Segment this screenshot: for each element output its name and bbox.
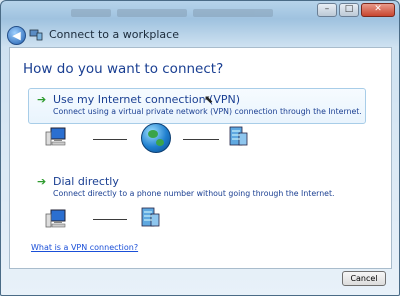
cancel-button[interactable]: Cancel xyxy=(342,271,386,286)
connection-line xyxy=(93,219,127,220)
green-arrow-icon: ➔ xyxy=(37,175,47,188)
back-arrow-icon: ◀ xyxy=(12,29,21,42)
address-breadcrumb-blurred xyxy=(71,9,291,21)
window-controls: – □ ✕ xyxy=(317,3,395,17)
workplace-server-icon xyxy=(229,126,248,146)
dial-option-title: Dial directly xyxy=(53,175,119,188)
close-button[interactable]: ✕ xyxy=(361,3,395,17)
vpn-option[interactable]: ➔ Use my Internet connection (VPN) Conne… xyxy=(28,88,366,124)
computer-icon xyxy=(45,209,66,228)
computer-icon xyxy=(45,127,66,146)
globe-land xyxy=(156,139,164,146)
globe-icon xyxy=(141,123,171,153)
minimize-button[interactable]: – xyxy=(317,3,337,17)
dial-directly-option[interactable]: ➔ Dial directly Connect directly to a ph… xyxy=(28,170,366,206)
globe-land xyxy=(148,130,158,138)
green-arrow-icon: ➔ xyxy=(37,93,47,106)
back-button[interactable]: ◀ xyxy=(7,26,26,45)
content-panel xyxy=(9,47,392,269)
workplace-server-icon xyxy=(141,207,160,227)
dial-option-description: Connect directly to a phone number witho… xyxy=(53,189,335,198)
page-title: Connect to a workplace xyxy=(49,28,179,41)
wizard-window: – □ ✕ ◀ Connect to a workplace How do yo… xyxy=(0,0,400,296)
connection-line xyxy=(93,139,127,140)
vpn-option-description: Connect using a virtual private network … xyxy=(53,107,362,116)
vpn-help-link[interactable]: What is a VPN connection? xyxy=(31,243,138,252)
maximize-button[interactable]: □ xyxy=(339,3,359,17)
connection-line xyxy=(183,139,219,140)
wizard-heading: How do you want to connect? xyxy=(23,61,224,77)
workplace-connection-icon xyxy=(29,29,43,41)
mouse-cursor-icon: ⬉ xyxy=(204,93,214,106)
